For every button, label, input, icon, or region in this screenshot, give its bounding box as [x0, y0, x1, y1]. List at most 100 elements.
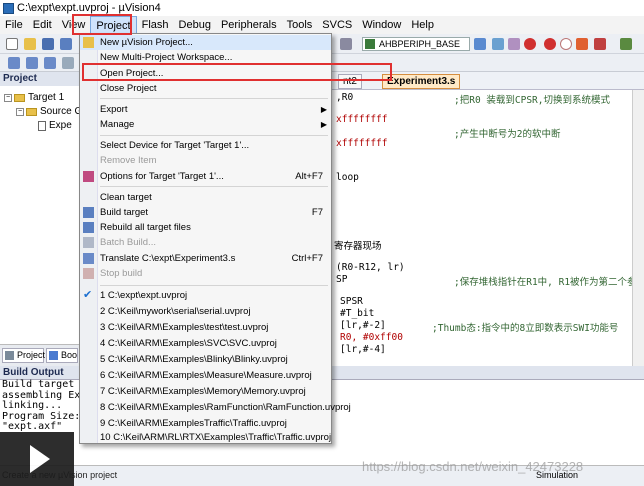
menu-item-rebuild-all[interactable]: Rebuild all target files — [80, 220, 331, 235]
menu-tools[interactable]: Tools — [282, 16, 318, 34]
debug-session-icon[interactable] — [524, 38, 536, 50]
menu-item-batch-build: Batch Build... — [80, 235, 331, 250]
play-icon — [30, 445, 50, 473]
recent-project-7[interactable]: 7 C:\Keil\ARM\Examples\Memory\Memory.uvp… — [80, 384, 331, 399]
menu-flash[interactable]: Flash — [137, 16, 174, 34]
menu-item-open-project[interactable]: Open Project... — [80, 66, 331, 81]
panel-tabs: Project Boo — [0, 344, 80, 366]
title-bar: C:\expt\expt.uvproj - µVision4 — [0, 0, 644, 16]
collapse-icon[interactable]: − — [4, 93, 12, 102]
bookmark-icon[interactable] — [340, 38, 352, 50]
menu-help[interactable]: Help — [406, 16, 439, 34]
tree-item-source-group[interactable]: − Source G — [16, 106, 82, 117]
menu-item-new-project[interactable]: New µVision Project... — [80, 35, 331, 50]
tree-label: Expe — [49, 120, 72, 131]
menu-item-build-target[interactable]: Build target F7 — [80, 205, 331, 220]
menu-debug[interactable]: Debug — [174, 16, 216, 34]
close-all-icon[interactable] — [594, 38, 606, 50]
project-panel-title: Project — [0, 72, 80, 86]
code-line: xffffffff — [336, 138, 388, 149]
code-line: R0, #0xff00 — [340, 332, 403, 343]
menu-item-select-device[interactable]: Select Device for Target 'Target 1'... — [80, 138, 331, 153]
recent-project-9[interactable]: 9 C:\Keil\ARM\ExamplesTraffic\Traffic.uv… — [80, 416, 331, 431]
recent-project-2[interactable]: 2 C:\Keil\mywork\serial\serial.uvproj — [80, 304, 331, 319]
recent-project-6[interactable]: 6 C:\Keil\ARM\Examples\Measure\Measure.u… — [80, 368, 331, 383]
tree-item-file[interactable]: Expe — [38, 120, 72, 131]
watermark: https://blog.csdn.net/weixin_42473228 — [362, 459, 584, 474]
new-file-icon[interactable] — [6, 38, 18, 50]
tab-books[interactable]: Boo — [46, 348, 78, 363]
rebuild-icon — [83, 222, 94, 233]
tree-item-target[interactable]: − Target 1 — [4, 92, 64, 103]
breakpoint-icon[interactable] — [544, 38, 556, 50]
find-icon[interactable] — [474, 38, 486, 50]
options-icon — [83, 171, 94, 182]
code-line: SP — [336, 274, 348, 285]
editor-scrollbar[interactable] — [632, 90, 644, 366]
menu-file[interactable]: File — [0, 16, 28, 34]
target-combo-value: AHBPERIPH_BASE — [379, 39, 461, 49]
build-icon — [83, 207, 94, 218]
menu-item-clean-target[interactable]: Clean target — [80, 190, 331, 205]
app-icon — [3, 2, 14, 14]
submenu-arrow-icon: ▶ — [320, 105, 327, 114]
code-line: SPSR — [340, 296, 363, 307]
window-layout-icon[interactable] — [620, 38, 632, 50]
open-file-icon[interactable] — [24, 38, 36, 50]
menu-peripherals[interactable]: Peripherals — [216, 16, 282, 34]
menu-bar: File Edit View Project Flash Debug Perip… — [0, 16, 644, 34]
rebuild-icon[interactable] — [44, 57, 56, 69]
menu-view[interactable]: View — [57, 16, 91, 34]
stop-build-icon — [83, 268, 94, 279]
build-icon[interactable] — [26, 57, 38, 69]
checkmark-icon: ✔ — [83, 289, 93, 301]
recent-project-10[interactable]: 10 C:\Keil\ARM\RL\RTX\Examples\Traffic\T… — [80, 430, 331, 445]
translate-icon[interactable] — [8, 57, 20, 69]
configure-icon[interactable] — [508, 38, 520, 50]
collapse-icon[interactable]: − — [16, 107, 24, 116]
menu-item-export[interactable]: Export ▶ — [80, 102, 331, 117]
recent-project-4[interactable]: 4 C:\Keil\ARM\Examples\SVC\SVC.uvproj — [80, 336, 331, 351]
project-tab-icon — [5, 351, 14, 360]
recent-project-3[interactable]: 3 C:\Keil\ARM\Examples\test\test.uvproj — [80, 320, 331, 335]
editor-tab-1[interactable]: nt2 — [338, 74, 362, 89]
editor-tab-experiment3[interactable]: Experiment3.s — [382, 74, 461, 89]
menu-separator — [100, 98, 328, 99]
menu-item-translate[interactable]: Translate C:\expt\Experiment3.s Ctrl+F7 — [80, 251, 331, 266]
menu-svcs[interactable]: SVCS — [317, 16, 357, 34]
disable-breakpoint-icon[interactable] — [560, 38, 572, 50]
tab-project[interactable]: Project — [2, 348, 45, 363]
group-folder-icon — [26, 107, 37, 116]
target-combo[interactable]: AHBPERIPH_BASE — [362, 37, 470, 51]
menu-item-options-target[interactable]: Options for Target 'Target 1'... Alt+F7 — [80, 169, 331, 184]
batch-build-icon[interactable] — [62, 57, 74, 69]
save-icon[interactable] — [42, 38, 54, 50]
code-line: ,R0 — [336, 92, 354, 103]
menu-item-manage[interactable]: Manage ▶ — [80, 117, 331, 132]
recent-project-5[interactable]: 5 C:\Keil\ARM\Examples\Blinky\Blinky.uvp… — [80, 352, 331, 367]
new-project-icon — [83, 37, 94, 48]
find-in-files-icon[interactable] — [492, 38, 504, 50]
combo-icon — [365, 39, 375, 49]
video-play-button[interactable] — [0, 432, 74, 486]
menu-item-new-workspace[interactable]: New Multi-Project Workspace... — [80, 50, 331, 65]
target-folder-icon — [14, 93, 25, 102]
books-tab-icon — [49, 351, 58, 360]
project-menu: New µVision Project... New Multi-Project… — [79, 33, 351, 445]
recent-project-8[interactable]: 8 C:\Keil\ARM\Examples\RamFunction\RamFu… — [80, 400, 351, 415]
submenu-arrow-icon: ▶ — [320, 120, 327, 129]
menu-project[interactable]: Project — [90, 16, 137, 34]
save-all-icon[interactable] — [60, 38, 72, 50]
menu-window[interactable]: Window — [357, 16, 406, 34]
code-line: xffffffff — [336, 114, 388, 125]
code-line: #T_bit — [340, 308, 375, 319]
menu-item-close-project[interactable]: Close Project — [80, 81, 331, 96]
window-title: C:\expt\expt.uvproj - µVision4 — [17, 2, 161, 14]
menu-item-remove-item: Remove Item — [100, 155, 157, 166]
menu-edit[interactable]: Edit — [28, 16, 57, 34]
code-line: (R0-R12, lr) — [336, 262, 405, 273]
code-comment: ;产生中断号为2的软中断 — [454, 129, 561, 140]
code-line: [lr,#-4] — [340, 344, 386, 355]
recent-project-1[interactable]: ✔ 1 C:\expt\expt.uvproj — [80, 288, 331, 303]
kill-breakpoints-icon[interactable] — [576, 38, 588, 50]
